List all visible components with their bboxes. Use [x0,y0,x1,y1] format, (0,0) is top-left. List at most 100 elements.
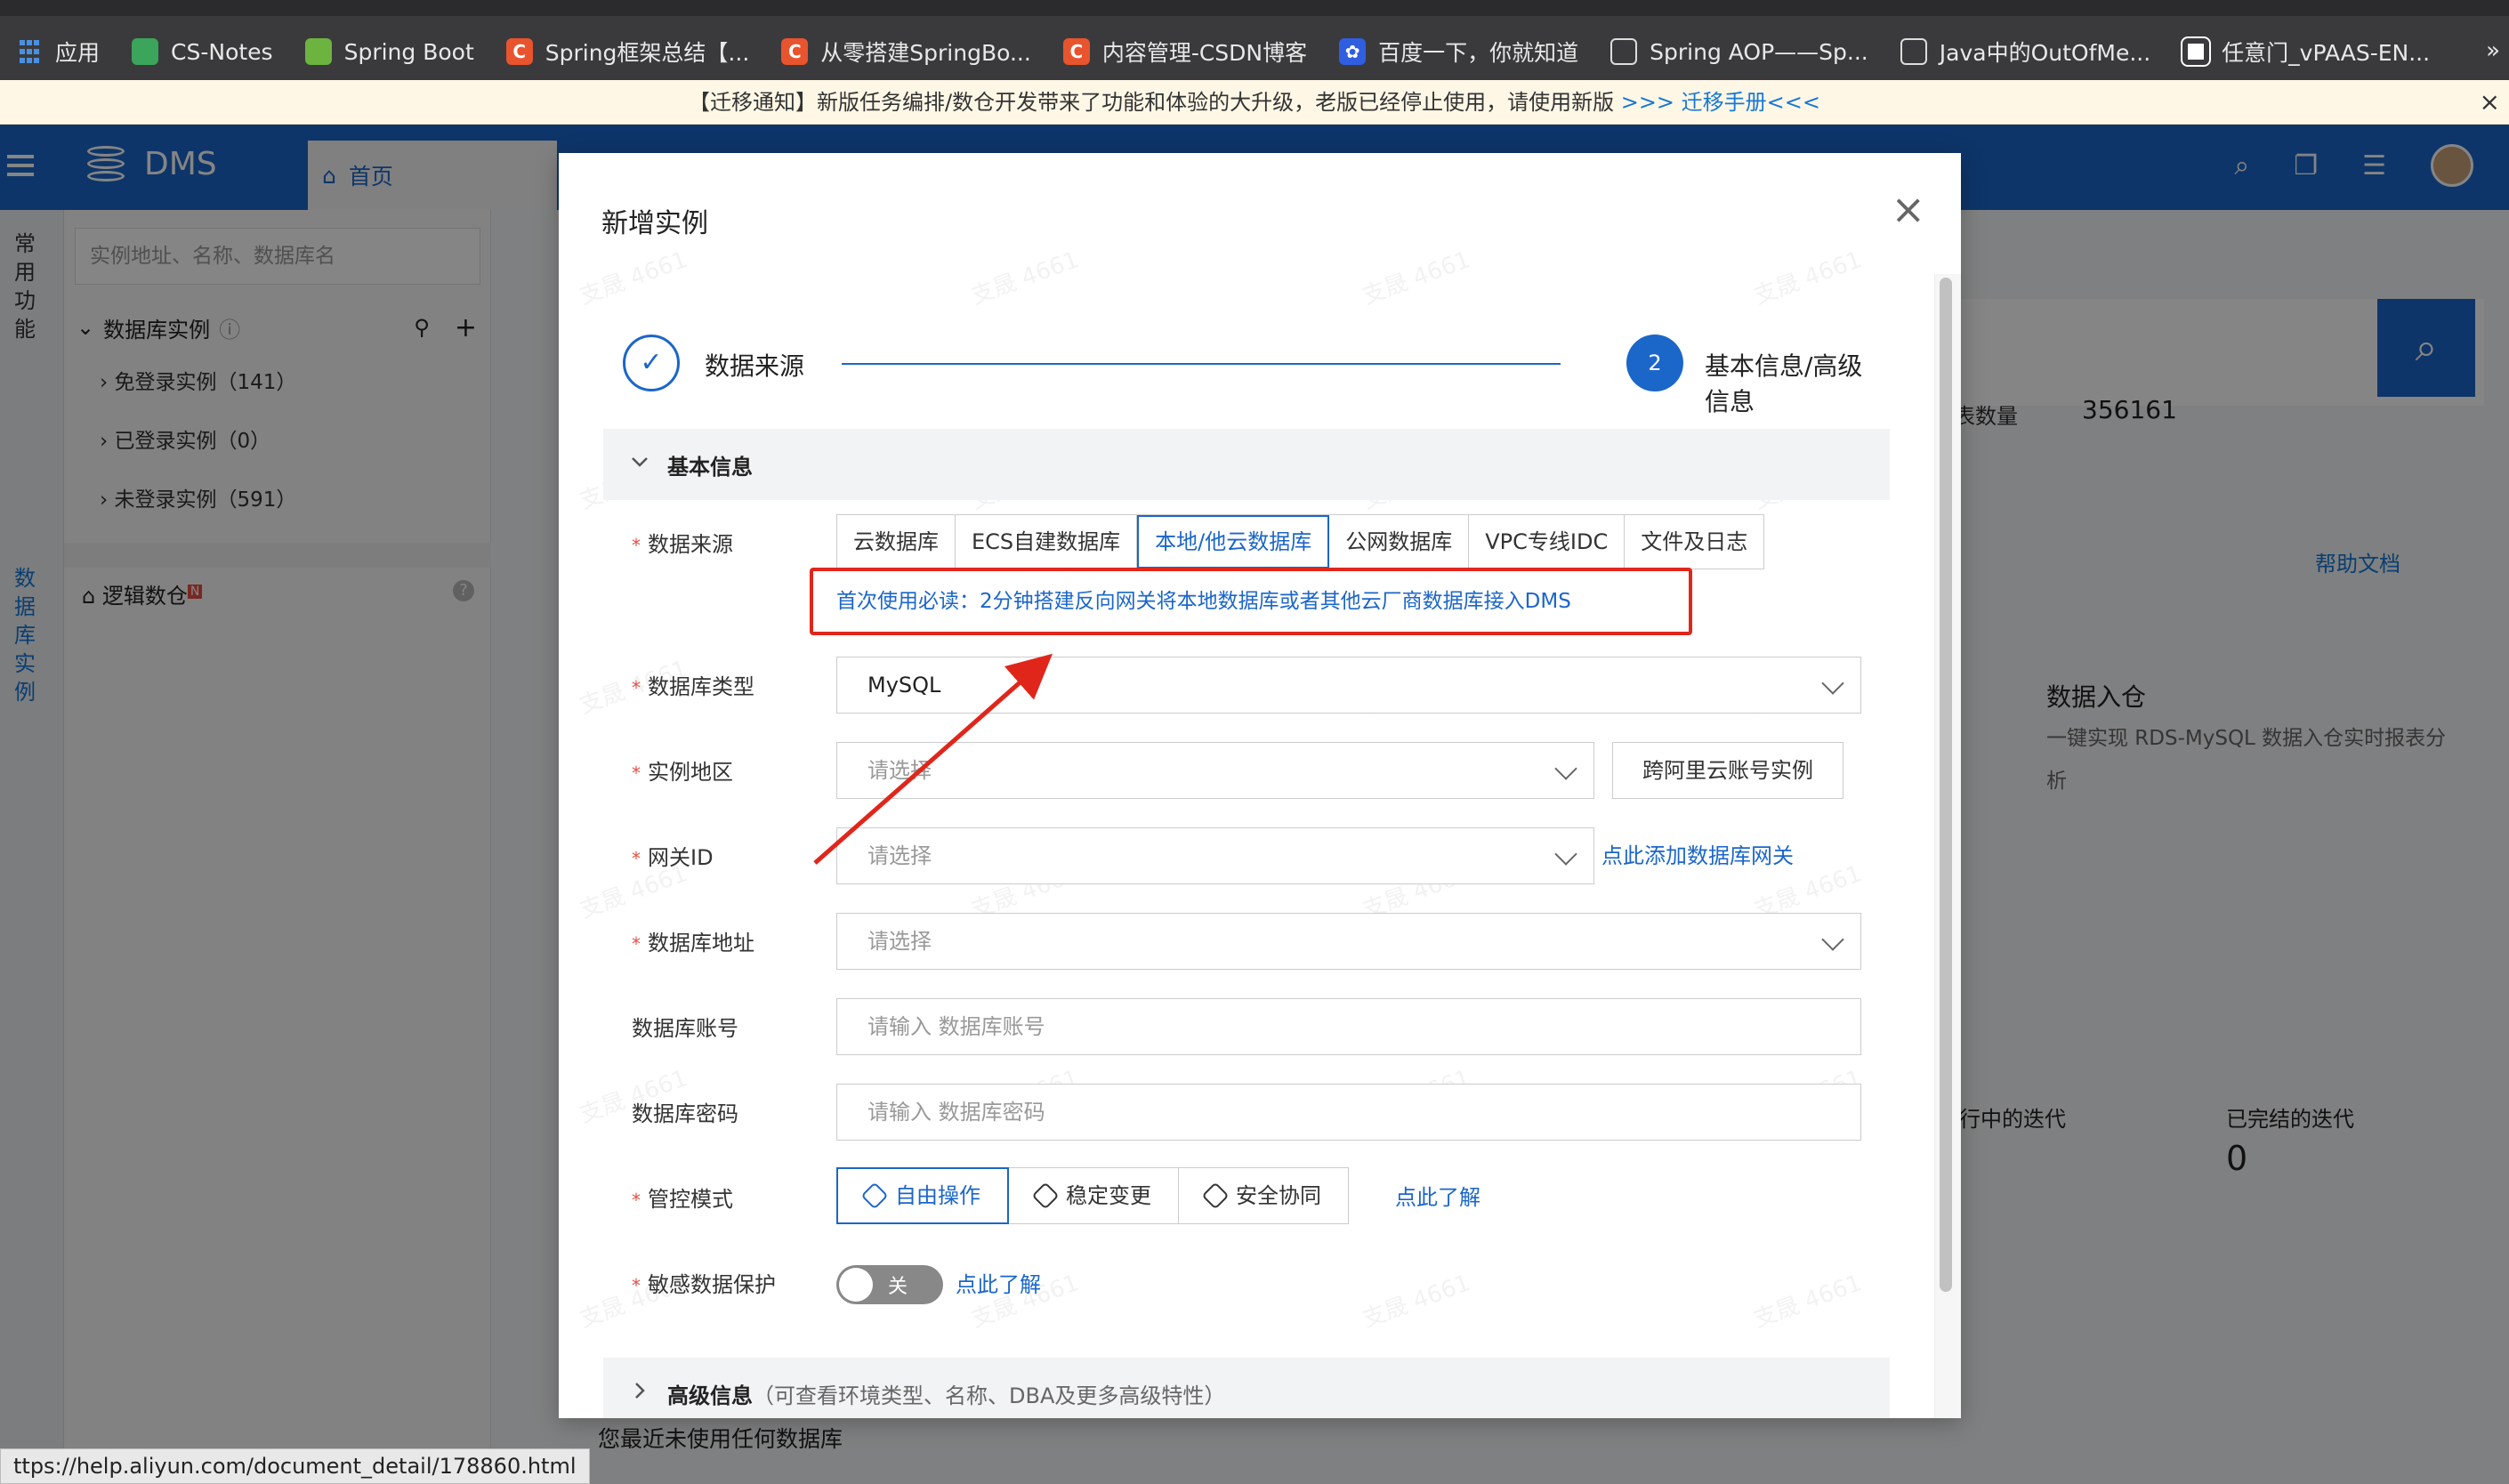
watermark-text: 支晟 4661 [1359,1270,1474,1334]
bookmark-item[interactable]: ✿ 百度一下，你就知道 [1323,32,1594,71]
bookmark-item[interactable]: C 内容管理-CSDN博客 [1047,32,1323,71]
advanced-info-section-header[interactable]: 高级信息（可查看环境类型、名称、DBA及更多高级特性） [603,1358,1890,1418]
source-label: * 数据来源 [632,532,733,557]
close-icon[interactable]: × [1891,189,1925,230]
tab-cloud-db[interactable]: 云数据库 [837,515,956,569]
notice-close-icon[interactable]: × [2480,80,2500,125]
db-account-input[interactable]: 请输入 数据库账号 [836,998,1861,1055]
watermark-text: 支晟 4661 [1359,246,1474,311]
dark-circle-icon [2181,36,2212,67]
bookmark-item[interactable]: Spring Boot [289,32,490,71]
control-stable-option[interactable]: 稳定变更 [1009,1167,1179,1224]
bookmark-label: Spring AOP——Sp... [1650,38,1868,65]
chevron-down-icon [1821,928,1844,951]
db-type-select[interactable]: MySQL [836,657,1861,714]
add-instance-modal: 支晟 4661 支晟 4661 支晟 4661 支晟 4661 支晟 4661 支晟 46… [559,153,1961,1418]
browser-top-strip [0,0,2509,16]
bookmark-item[interactable]: Java中的OutOfMe... [1884,32,2166,71]
control-free-option[interactable]: 自由操作 [836,1167,1009,1224]
advanced-info-hint: （可查看环境类型、名称、DBA及更多高级特性） [753,1383,1226,1408]
db-address-select[interactable]: 请选择 [836,913,1861,970]
add-gateway-link[interactable]: 点此添加数据库网关 [1601,838,1794,869]
modal-scrollbar[interactable] [1940,278,1952,1292]
gear-icon [1031,1182,1060,1210]
watermark-text: 支晟 4661 [967,246,1083,311]
bookmark-label: 内容管理-CSDN博客 [1101,40,1308,66]
bookmark-item[interactable]: C 从零搭建SpringBo... [765,32,1047,71]
toggle-state-text: 关 [888,1276,908,1298]
bookmark-item[interactable]: CS-Notes [116,32,289,71]
apps-grid-icon [16,38,43,65]
step-connector [842,363,1561,365]
bookmark-label: CS-Notes [171,38,273,65]
bookmark-label: 百度一下，你就知道 [1378,40,1579,66]
db-password-input[interactable]: 请输入 数据库密码 [836,1084,1861,1141]
migration-manual-link[interactable]: >>> 迁移手册<<< [1621,90,1820,115]
feather-icon [1900,38,1927,65]
csdn-c-icon: C [781,38,809,65]
cross-account-instance-button[interactable]: 跨阿里云账号实例 [1612,742,1843,799]
gateway-select[interactable]: 请选择 [836,827,1594,884]
region-select[interactable]: 请选择 [836,742,1594,799]
migration-notice-bar: 【迁移通知】新版任务编排/数仓开发带来了功能和体验的大升级，老版已经停止使用，请… [0,80,2509,125]
chevron-down-icon [632,457,648,467]
bookmark-bar: 应用 CS-Notes Spring Boot C Spring框架总结【... C 从零搭… [0,0,2509,80]
bookmark-label: Java中的OutOfMe... [1939,40,2151,66]
baidu-paw-icon: ✿ [1339,38,1367,65]
chevron-down-icon [1821,672,1844,695]
basic-info-section-header[interactable]: 基本信息 [603,429,1890,500]
status-bar-url: ttps://help.aliyun.com/document_detail/1… [0,1448,590,1484]
modal-title: 新增实例 [601,208,708,239]
bookmark-label: 应用 [55,40,101,66]
tab-public-db[interactable]: 公网数据库 [1329,515,1470,569]
tab-local-other-cloud-db[interactable]: 本地/他云数据库 [1137,515,1330,569]
toggle-knob [839,1268,873,1302]
spring-leaf-icon [304,38,332,65]
control-mode-segment: 自由操作 稳定变更 安全协同 [836,1167,1349,1224]
db-password-label: 数据库密码 [632,1101,738,1126]
control-mode-label: * 管控模式 [632,1187,733,1212]
region-label: * 实例地区 [632,760,733,785]
bookmark-label: Spring框架总结【... [545,40,750,66]
db-type-label: * 数据库类型 [632,674,754,699]
bookmark-item[interactable]: 任意门_vPAAS-EN... [2166,32,2446,71]
bookmarks-overflow-button[interactable]: » [2486,37,2500,64]
basic-info-label: 基本信息 [667,455,753,480]
step2-label: 基本信息/高级信息 [1705,351,1863,416]
step2-number: 2 [1626,335,1683,391]
gear-icon [860,1182,889,1210]
bookmark-label: 任意门_vPAAS-EN... [2222,40,2431,66]
watermark-text: 支晟 4661 [1750,1270,1866,1334]
control-secure-option[interactable]: 安全协同 [1179,1167,1349,1224]
sensitive-data-toggle[interactable]: 关 [836,1265,943,1304]
control-mode-learn-more-link[interactable]: 点此了解 [1395,1180,1480,1211]
bookmark-item[interactable]: 应用 [0,32,116,71]
bookmark-list: 应用 CS-Notes Spring Boot C Spring框架总结【... C 从零搭… [0,32,2446,71]
chevron-right-icon [635,1383,645,1399]
wizard-steps: ✓ 数据来源 2 基本信息/高级信息 [623,335,1886,416]
chevron-down-icon [1554,843,1577,866]
bookmark-item[interactable]: C Spring框架总结【... [490,32,766,71]
shield-icon [1201,1182,1230,1210]
sensitive-data-label: * 敏感数据保护 [632,1272,776,1297]
db-address-label: * 数据库地址 [632,931,754,956]
advanced-info-label: 高级信息（可查看环境类型、名称、DBA及更多高级特性） [667,1383,1226,1408]
annotation-highlight-box [810,568,1692,635]
csdn-c-icon: C [1062,38,1090,65]
watermark-text: 支晟 4661 [1750,246,1866,311]
sensitive-data-learn-more-link[interactable]: 点此了解 [956,1267,1041,1298]
gateway-label: * 网关ID [632,845,714,870]
migration-notice-text: 【迁移通知】新版任务编排/数仓开发带来了功能和体验的大升级，老版已经停止使用，请… [688,90,1621,115]
step1-label: 数据来源 [705,351,805,381]
tab-files-logs[interactable]: 文件及日志 [1625,515,1764,569]
tab-ecs-db[interactable]: ECS自建数据库 [956,515,1138,569]
watermark-text: 支晟 4661 [576,246,691,311]
source-tabs: 云数据库 ECS自建数据库 本地/他云数据库 公网数据库 VPC专线IDC 文件… [836,514,1765,569]
tab-vpc-idc[interactable]: VPC专线IDC [1469,515,1626,569]
bookmark-label: 从零搭建SpringBo... [820,40,1031,66]
db-account-label: 数据库账号 [632,1016,738,1041]
bookmark-label: Spring Boot [343,38,474,65]
chevron-down-icon [1554,757,1577,780]
bookmark-item[interactable]: Spring AOP——Sp... [1594,32,1884,71]
green-dot-icon [132,38,159,65]
